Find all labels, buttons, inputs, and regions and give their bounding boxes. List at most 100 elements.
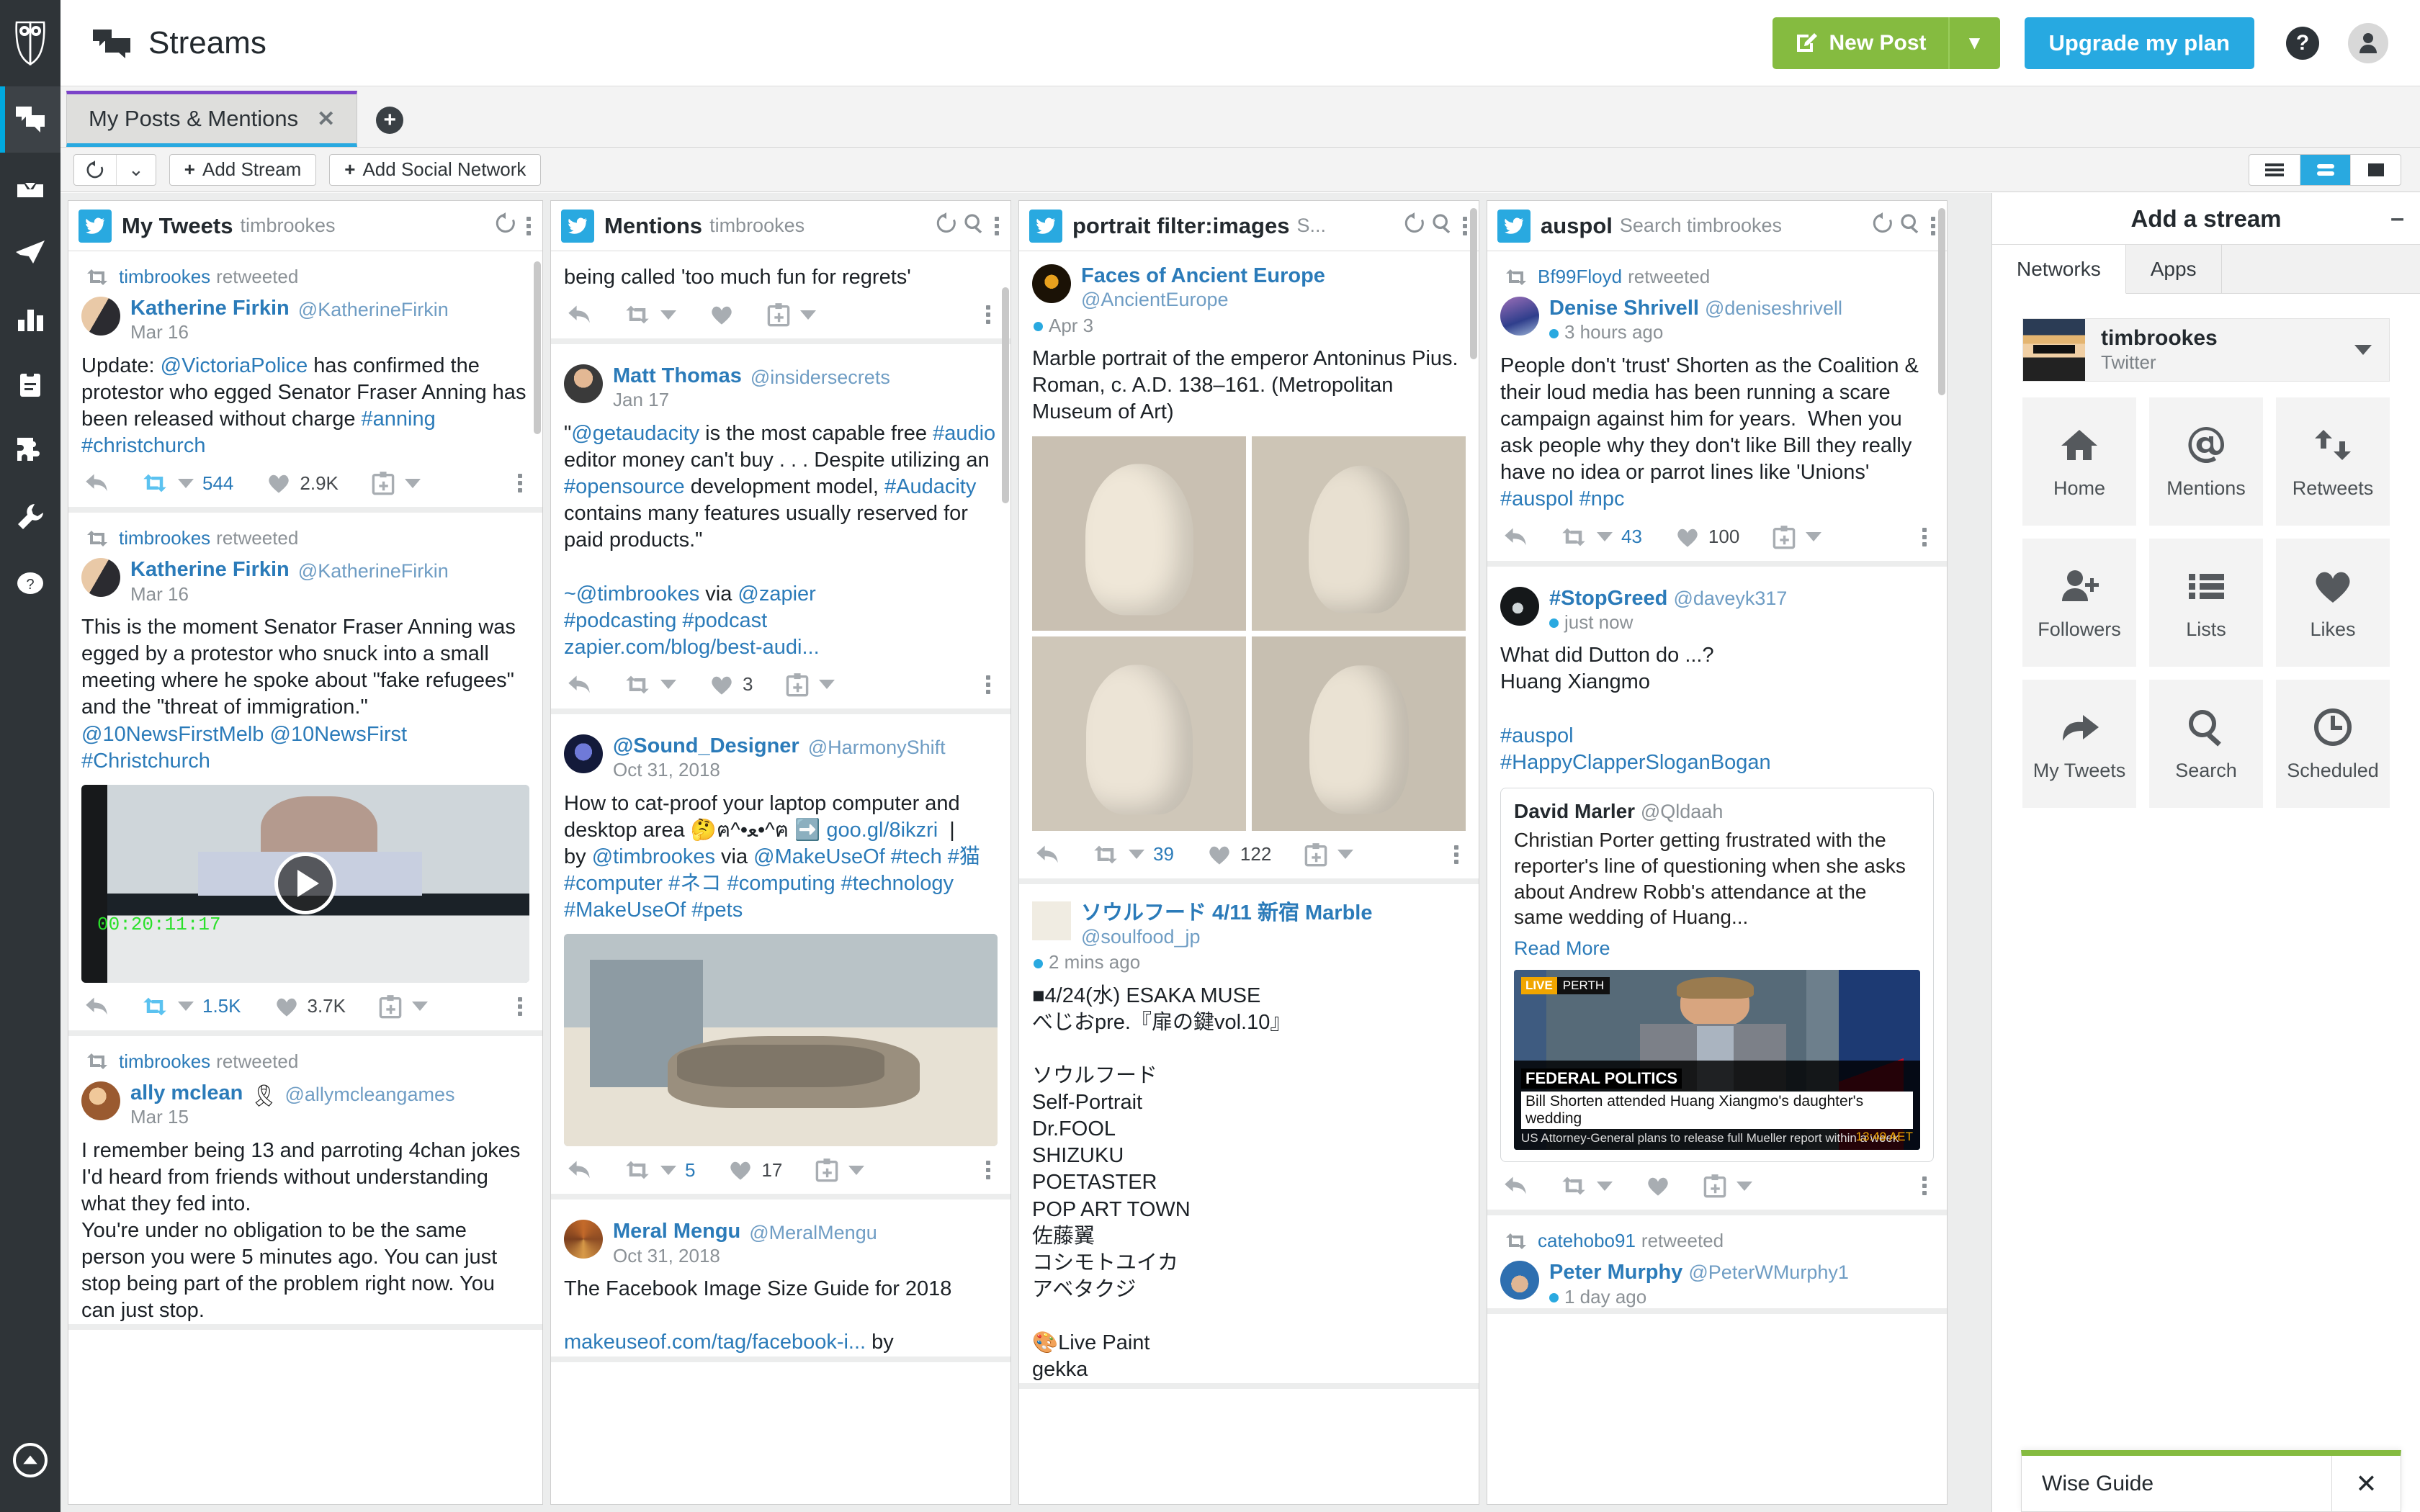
add-tab-button[interactable]: + <box>376 107 404 134</box>
stream-type-followers[interactable]: Followers <box>2022 539 2136 667</box>
sidebar-item-help[interactable]: ? <box>0 550 60 616</box>
stream-scrollbar[interactable] <box>1470 208 1477 359</box>
like-button[interactable]: 3.7K <box>274 995 346 1017</box>
stream-type-lists[interactable]: Lists <box>2149 539 2263 667</box>
stream-type-retweets[interactable]: Retweets <box>2276 397 2390 526</box>
stream-refresh-button[interactable] <box>1404 212 1425 240</box>
sidebar-item-tools[interactable] <box>0 484 60 550</box>
add-to-queue-button[interactable] <box>1304 842 1354 867</box>
stream-scrollbar[interactable] <box>1938 208 1945 395</box>
view-mode-single-button[interactable] <box>2350 154 2401 185</box>
sidebar-item-inbox[interactable] <box>0 153 60 219</box>
author-name[interactable]: Matt Thomas <box>613 364 742 388</box>
author-name[interactable]: ally mclean <box>130 1081 243 1105</box>
add-to-queue-button[interactable] <box>1703 1174 1752 1198</box>
retweet-button[interactable]: 5 <box>624 1159 695 1182</box>
tweet-image-grid[interactable] <box>1032 436 1466 831</box>
avatar[interactable] <box>1032 901 1071 940</box>
stream-refresh-button[interactable] <box>936 212 957 240</box>
author-handle[interactable]: @HarmonyShift <box>808 737 946 759</box>
like-button[interactable]: 17 <box>728 1159 782 1182</box>
tweet-item[interactable]: @Sound_Designer Oct 31, 2018 @HarmonyShi… <box>551 714 1010 1200</box>
retweet-button[interactable]: 1.5K <box>142 995 241 1017</box>
quoted-author-handle[interactable]: @Qldaah <box>1641 801 1723 822</box>
stream-body[interactable]: Bf99Floyd retweeted Denise Shrivell @den… <box>1487 251 1947 1504</box>
add-to-queue-button[interactable] <box>786 672 835 697</box>
tab-apps[interactable]: Apps <box>2126 245 2222 293</box>
tweet-item[interactable]: #StopGreed @daveyk317 just now What did … <box>1487 567 1947 1216</box>
stream-body[interactable]: being called 'too much fun for regrets' … <box>551 251 1010 1504</box>
author-handle[interactable]: @KatherineFirkin <box>298 560 449 582</box>
avatar[interactable] <box>1032 264 1071 303</box>
author-name[interactable]: Faces of Ancient Europe @AncientEurope <box>1081 264 1466 312</box>
reply-button[interactable] <box>1503 526 1528 548</box>
add-to-queue-button[interactable] <box>815 1158 865 1182</box>
like-button[interactable]: 100 <box>1675 526 1739 548</box>
sidebar-item-streams[interactable] <box>0 86 60 153</box>
tweet-item[interactable]: Matt Thomas Jan 17 @insidersecrets "@get… <box>551 344 1010 714</box>
retweeter-name[interactable]: timbrookes <box>119 266 210 288</box>
view-mode-list-button[interactable] <box>2249 155 2300 185</box>
avatar[interactable] <box>1500 586 1539 626</box>
add-to-queue-button[interactable] <box>1773 525 1822 549</box>
tweet-item[interactable]: timbrookes retweeted Katherine Firkin Ma… <box>68 251 542 513</box>
reply-button[interactable] <box>84 472 109 494</box>
retweet-button[interactable] <box>624 304 676 325</box>
quoted-tweet[interactable]: David Marler @Qldaah Christian Porter ge… <box>1500 787 1934 1163</box>
stream-type-my-tweets[interactable]: My Tweets <box>2022 680 2136 808</box>
hootsuite-logo[interactable] <box>0 0 60 86</box>
avatar[interactable] <box>564 1220 603 1259</box>
avatar[interactable] <box>81 558 120 598</box>
refresh-button[interactable] <box>74 155 116 185</box>
author-handle[interactable]: @allymcleangames <box>284 1084 454 1106</box>
stream-scrollbar[interactable] <box>534 261 541 434</box>
close-icon[interactable]: ✕ <box>317 107 335 132</box>
stream-type-search[interactable]: Search <box>2149 680 2263 808</box>
read-more-link[interactable]: Read More <box>1514 937 1920 960</box>
add-to-queue-button[interactable] <box>372 471 421 495</box>
like-button[interactable] <box>1646 1175 1670 1197</box>
author-name[interactable]: @Sound_Designer <box>613 734 799 758</box>
reply-button[interactable] <box>567 1159 591 1181</box>
stream-menu-button[interactable] <box>1463 216 1467 235</box>
tweet-item[interactable]: timbrookes retweeted ally mclean Mar 15 … <box>68 1036 542 1331</box>
stream-search-button[interactable] <box>963 212 985 240</box>
avatar[interactable] <box>1500 1261 1539 1300</box>
tweet-item[interactable]: Faces of Ancient Europe @AncientEurope A… <box>1019 251 1479 884</box>
tweet-menu-button[interactable] <box>986 1161 990 1180</box>
reply-button[interactable] <box>567 674 591 696</box>
stream-type-home[interactable]: Home <box>2022 397 2136 526</box>
author-name[interactable]: Katherine Firkin <box>130 558 290 582</box>
tweet-item[interactable]: ソウルフード 4/11 新宿 Marble @soulfood_jp 2 min… <box>1019 884 1479 1390</box>
tweet-menu-button[interactable] <box>986 675 990 694</box>
close-icon[interactable]: ✕ <box>2331 1456 2401 1511</box>
stream-search-button[interactable] <box>1899 212 1921 240</box>
tweet-menu-button[interactable] <box>518 474 522 493</box>
chevron-down-icon[interactable] <box>2354 345 2372 355</box>
play-button[interactable] <box>274 852 336 915</box>
tweet-item-partial[interactable]: being called 'too much fun for regrets' <box>551 251 1010 345</box>
author-handle[interactable]: @MeralMengu <box>749 1222 877 1244</box>
like-button[interactable]: 122 <box>1207 843 1271 865</box>
tweet-item[interactable]: catehobo91 retweeted Peter Murphy @Peter… <box>1487 1215 1947 1315</box>
new-post-dropdown-button[interactable]: ▼ <box>1948 17 2000 69</box>
sidebar-item-analytics[interactable] <box>0 285 60 351</box>
quoted-author-name[interactable]: David Marler @Qldaah <box>1514 800 1920 823</box>
stream-scrollbar[interactable] <box>1002 287 1009 503</box>
retweet-button[interactable]: 39 <box>1093 843 1174 865</box>
author-name[interactable]: Katherine Firkin <box>130 297 290 320</box>
reply-button[interactable] <box>567 304 591 325</box>
tweet-image[interactable] <box>564 934 998 1147</box>
sidebar-item-assignments[interactable] <box>0 351 60 418</box>
tweet-item[interactable]: Bf99Floyd retweeted Denise Shrivell @den… <box>1487 251 1947 567</box>
retweet-button[interactable] <box>624 674 676 696</box>
retweeter-name[interactable]: timbrookes <box>119 1050 210 1073</box>
tweet-item[interactable]: timbrookes retweeted Katherine Firkin Ma… <box>68 513 542 1036</box>
like-button[interactable] <box>709 304 734 325</box>
expand-rail-button[interactable] <box>0 1427 60 1493</box>
account-selector[interactable]: timbrookes Twitter <box>2022 318 2390 382</box>
author-name[interactable]: Denise Shrivell @deniseshrivell <box>1549 297 1842 320</box>
add-stream-button[interactable]: + Add Stream <box>169 153 317 186</box>
upgrade-plan-button[interactable]: Upgrade my plan <box>2024 17 2254 69</box>
author-name[interactable]: Meral Mengu <box>613 1220 740 1243</box>
